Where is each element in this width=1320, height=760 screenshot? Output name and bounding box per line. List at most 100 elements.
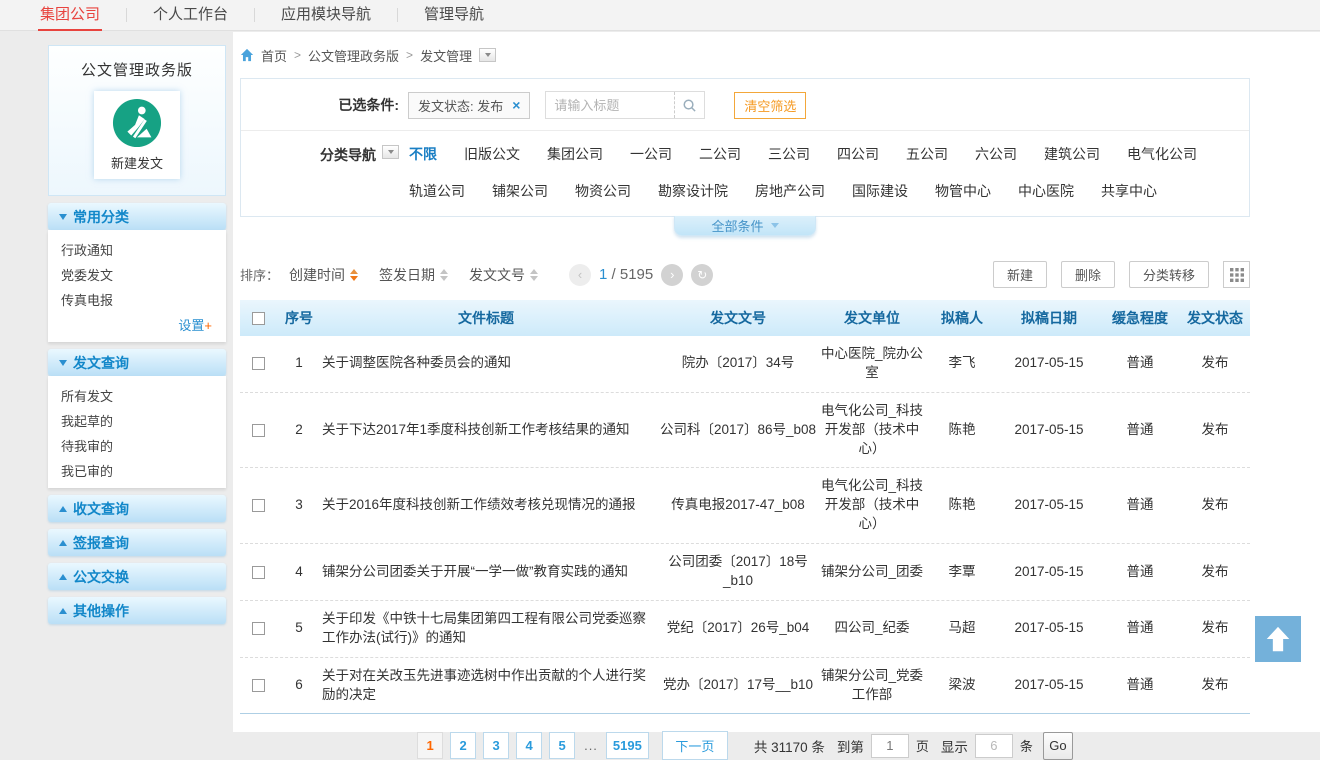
page-button-1[interactable]: 1 bbox=[417, 732, 443, 759]
row-checkbox[interactable] bbox=[252, 357, 265, 370]
page-size-input[interactable] bbox=[975, 734, 1013, 758]
sort-create-time[interactable]: 创建时间 bbox=[289, 265, 358, 285]
row-checkbox[interactable] bbox=[252, 679, 265, 692]
sidebar-item-drafted-by-me[interactable]: 我起草的 bbox=[48, 409, 226, 434]
breadcrumb-home[interactable]: 首页 bbox=[261, 46, 287, 65]
refresh-icon[interactable]: ↻ bbox=[691, 264, 713, 286]
sort-doc-number[interactable]: 发文文号 bbox=[469, 265, 538, 285]
next-page-button[interactable]: 下一页 bbox=[662, 731, 728, 760]
delete-button[interactable]: 删除 bbox=[1061, 261, 1115, 288]
total-pages: 5195 bbox=[620, 266, 653, 283]
all-conditions-toggle[interactable]: 全部条件 bbox=[674, 216, 816, 236]
category-item[interactable]: 勘察设计院 bbox=[658, 181, 728, 201]
cell-title[interactable]: 关于印发《中铁十七局集团第四工程有限公司党委巡察工作办法(试行)》的通知 bbox=[322, 610, 658, 648]
category-item[interactable]: 轨道公司 bbox=[409, 181, 465, 201]
sort-arrows-icon bbox=[530, 269, 538, 281]
sidebar-item-reviewed-by-me[interactable]: 我已审的 bbox=[48, 459, 226, 484]
category-item[interactable]: 物管中心 bbox=[935, 181, 991, 201]
new-button[interactable]: 新建 bbox=[993, 261, 1047, 288]
page-button-5[interactable]: 5 bbox=[549, 732, 575, 759]
cell-seq: 6 bbox=[276, 676, 322, 695]
category-item[interactable]: 旧版公文 bbox=[464, 144, 520, 164]
sidebar-item-admin-notice[interactable]: 行政通知 bbox=[48, 238, 226, 263]
cell-title[interactable]: 铺架分公司团委关于开展“一学一做”教育实践的通知 bbox=[322, 563, 658, 582]
prev-page-icon[interactable]: ‹ bbox=[569, 264, 591, 286]
sort-issue-date[interactable]: 签发日期 bbox=[379, 265, 448, 285]
category-item[interactable]: 房地产公司 bbox=[755, 181, 825, 201]
cell-status: 发布 bbox=[1180, 676, 1250, 695]
sidebar-header-other-ops[interactable]: 其他操作 bbox=[48, 597, 226, 624]
row-checkbox[interactable] bbox=[252, 424, 265, 437]
category-item[interactable]: 四公司 bbox=[837, 144, 879, 164]
close-icon[interactable]: × bbox=[512, 97, 520, 113]
sidebar-header-doc-exchange[interactable]: 公文交换 bbox=[48, 563, 226, 590]
category-item[interactable]: 六公司 bbox=[975, 144, 1017, 164]
settings-link[interactable]: 设置+ bbox=[48, 313, 226, 338]
select-all-checkbox[interactable] bbox=[252, 312, 265, 325]
category-dropdown-icon[interactable] bbox=[382, 145, 399, 159]
top-nav-app-modules[interactable]: 应用模块导航 bbox=[279, 0, 373, 31]
breadcrumb-app[interactable]: 公文管理政务版 bbox=[308, 46, 399, 65]
grid-view-button[interactable] bbox=[1223, 261, 1250, 288]
row-checkbox[interactable] bbox=[252, 499, 265, 512]
sidebar-header-incoming-query[interactable]: 收文查询 bbox=[48, 495, 226, 522]
category-item[interactable]: 铺架公司 bbox=[492, 181, 548, 201]
sidebar-header-outgoing-query[interactable]: 发文查询 bbox=[48, 349, 226, 376]
category-transfer-button[interactable]: 分类转移 bbox=[1129, 261, 1209, 288]
page-button-last[interactable]: 5195 bbox=[606, 732, 649, 759]
category-item[interactable]: 建筑公司 bbox=[1044, 144, 1100, 164]
go-button[interactable]: Go bbox=[1043, 732, 1073, 760]
settings-label: 设置 bbox=[178, 318, 204, 333]
category-item[interactable]: 共享中心 bbox=[1101, 181, 1157, 201]
filter-tag-text: 发文状态: 发布 bbox=[418, 96, 503, 115]
page-button-4[interactable]: 4 bbox=[516, 732, 542, 759]
table-row: 2 关于下达2017年1季度科技创新工作考核结果的通知 公司科〔2017〕86号… bbox=[240, 393, 1250, 469]
next-page-icon[interactable]: › bbox=[661, 264, 683, 286]
category-item[interactable]: 五公司 bbox=[906, 144, 948, 164]
sidebar-header-common-categories[interactable]: 常用分类 bbox=[48, 203, 226, 230]
cell-doc-number: 传真电报2017-47_b08 bbox=[658, 496, 818, 515]
back-to-top-button[interactable] bbox=[1255, 616, 1301, 662]
home-icon bbox=[240, 48, 254, 62]
category-item[interactable]: 一公司 bbox=[630, 144, 672, 164]
cell-seq: 2 bbox=[276, 421, 322, 440]
table-row: 6 关于对在关改玉先进事迹选树中作出贡献的个人进行奖励的决定 党办〔2017〕1… bbox=[240, 658, 1250, 715]
cell-title[interactable]: 关于调整医院各种委员会的通知 bbox=[322, 354, 658, 373]
top-nav-group-company[interactable]: 集团公司 bbox=[38, 0, 102, 31]
category-item[interactable]: 电气化公司 bbox=[1127, 144, 1197, 164]
category-item[interactable]: 三公司 bbox=[768, 144, 810, 164]
breadcrumb-current[interactable]: 发文管理 bbox=[420, 46, 472, 65]
category-item[interactable]: 中心医院 bbox=[1018, 181, 1074, 201]
goto-page-input[interactable] bbox=[871, 734, 909, 758]
cell-title[interactable]: 关于对在关改玉先进事迹选树中作出贡献的个人进行奖励的决定 bbox=[322, 667, 658, 705]
document-table: 序号 文件标题 发文文号 发文单位 拟稿人 拟稿日期 缓急程度 发文状态 1 关… bbox=[240, 300, 1250, 714]
cell-title[interactable]: 关于2016年度科技创新工作绩效考核兑现情况的通报 bbox=[322, 496, 658, 515]
category-item[interactable]: 二公司 bbox=[699, 144, 741, 164]
category-item-unlimited[interactable]: 不限 bbox=[409, 144, 437, 164]
category-item[interactable]: 集团公司 bbox=[547, 144, 603, 164]
section-label: 收文查询 bbox=[73, 499, 129, 519]
top-nav-admin[interactable]: 管理导航 bbox=[422, 0, 486, 31]
category-item[interactable]: 物资公司 bbox=[575, 181, 631, 201]
sidebar-item-pending-my-review[interactable]: 待我审的 bbox=[48, 434, 226, 459]
sidebar-header-report-query[interactable]: 签报查询 bbox=[48, 529, 226, 556]
search-button[interactable] bbox=[674, 92, 704, 118]
top-nav-personal-workspace[interactable]: 个人工作台 bbox=[151, 0, 230, 31]
breadcrumb-dropdown-icon[interactable] bbox=[479, 48, 496, 62]
sidebar-item-fax-telegram[interactable]: 传真电报 bbox=[48, 288, 226, 313]
page-button-2[interactable]: 2 bbox=[450, 732, 476, 759]
category-list: 不限 旧版公文 集团公司 一公司 二公司 三公司 四公司 五公司 六公司 建筑公… bbox=[399, 144, 1249, 201]
row-checkbox[interactable] bbox=[252, 622, 265, 635]
category-item[interactable]: 国际建设 bbox=[852, 181, 908, 201]
filter-panel: 已选条件: 发文状态: 发布 × 清空筛选 分类导航 bbox=[240, 78, 1250, 217]
app-panel: 公文管理政务版 新建发文 bbox=[48, 45, 226, 196]
cell-issuing-unit: 电气化公司_科技开发部（技术中心） bbox=[818, 477, 926, 534]
clear-filter-button[interactable]: 清空筛选 bbox=[734, 92, 806, 119]
new-doc-button[interactable]: 新建发文 bbox=[94, 91, 180, 179]
row-checkbox[interactable] bbox=[252, 566, 265, 579]
cell-title[interactable]: 关于下达2017年1季度科技创新工作考核结果的通知 bbox=[322, 421, 658, 440]
search-input[interactable] bbox=[546, 92, 674, 118]
sidebar-item-all-docs[interactable]: 所有发文 bbox=[48, 384, 226, 409]
sidebar-item-party-doc[interactable]: 党委发文 bbox=[48, 263, 226, 288]
page-button-3[interactable]: 3 bbox=[483, 732, 509, 759]
